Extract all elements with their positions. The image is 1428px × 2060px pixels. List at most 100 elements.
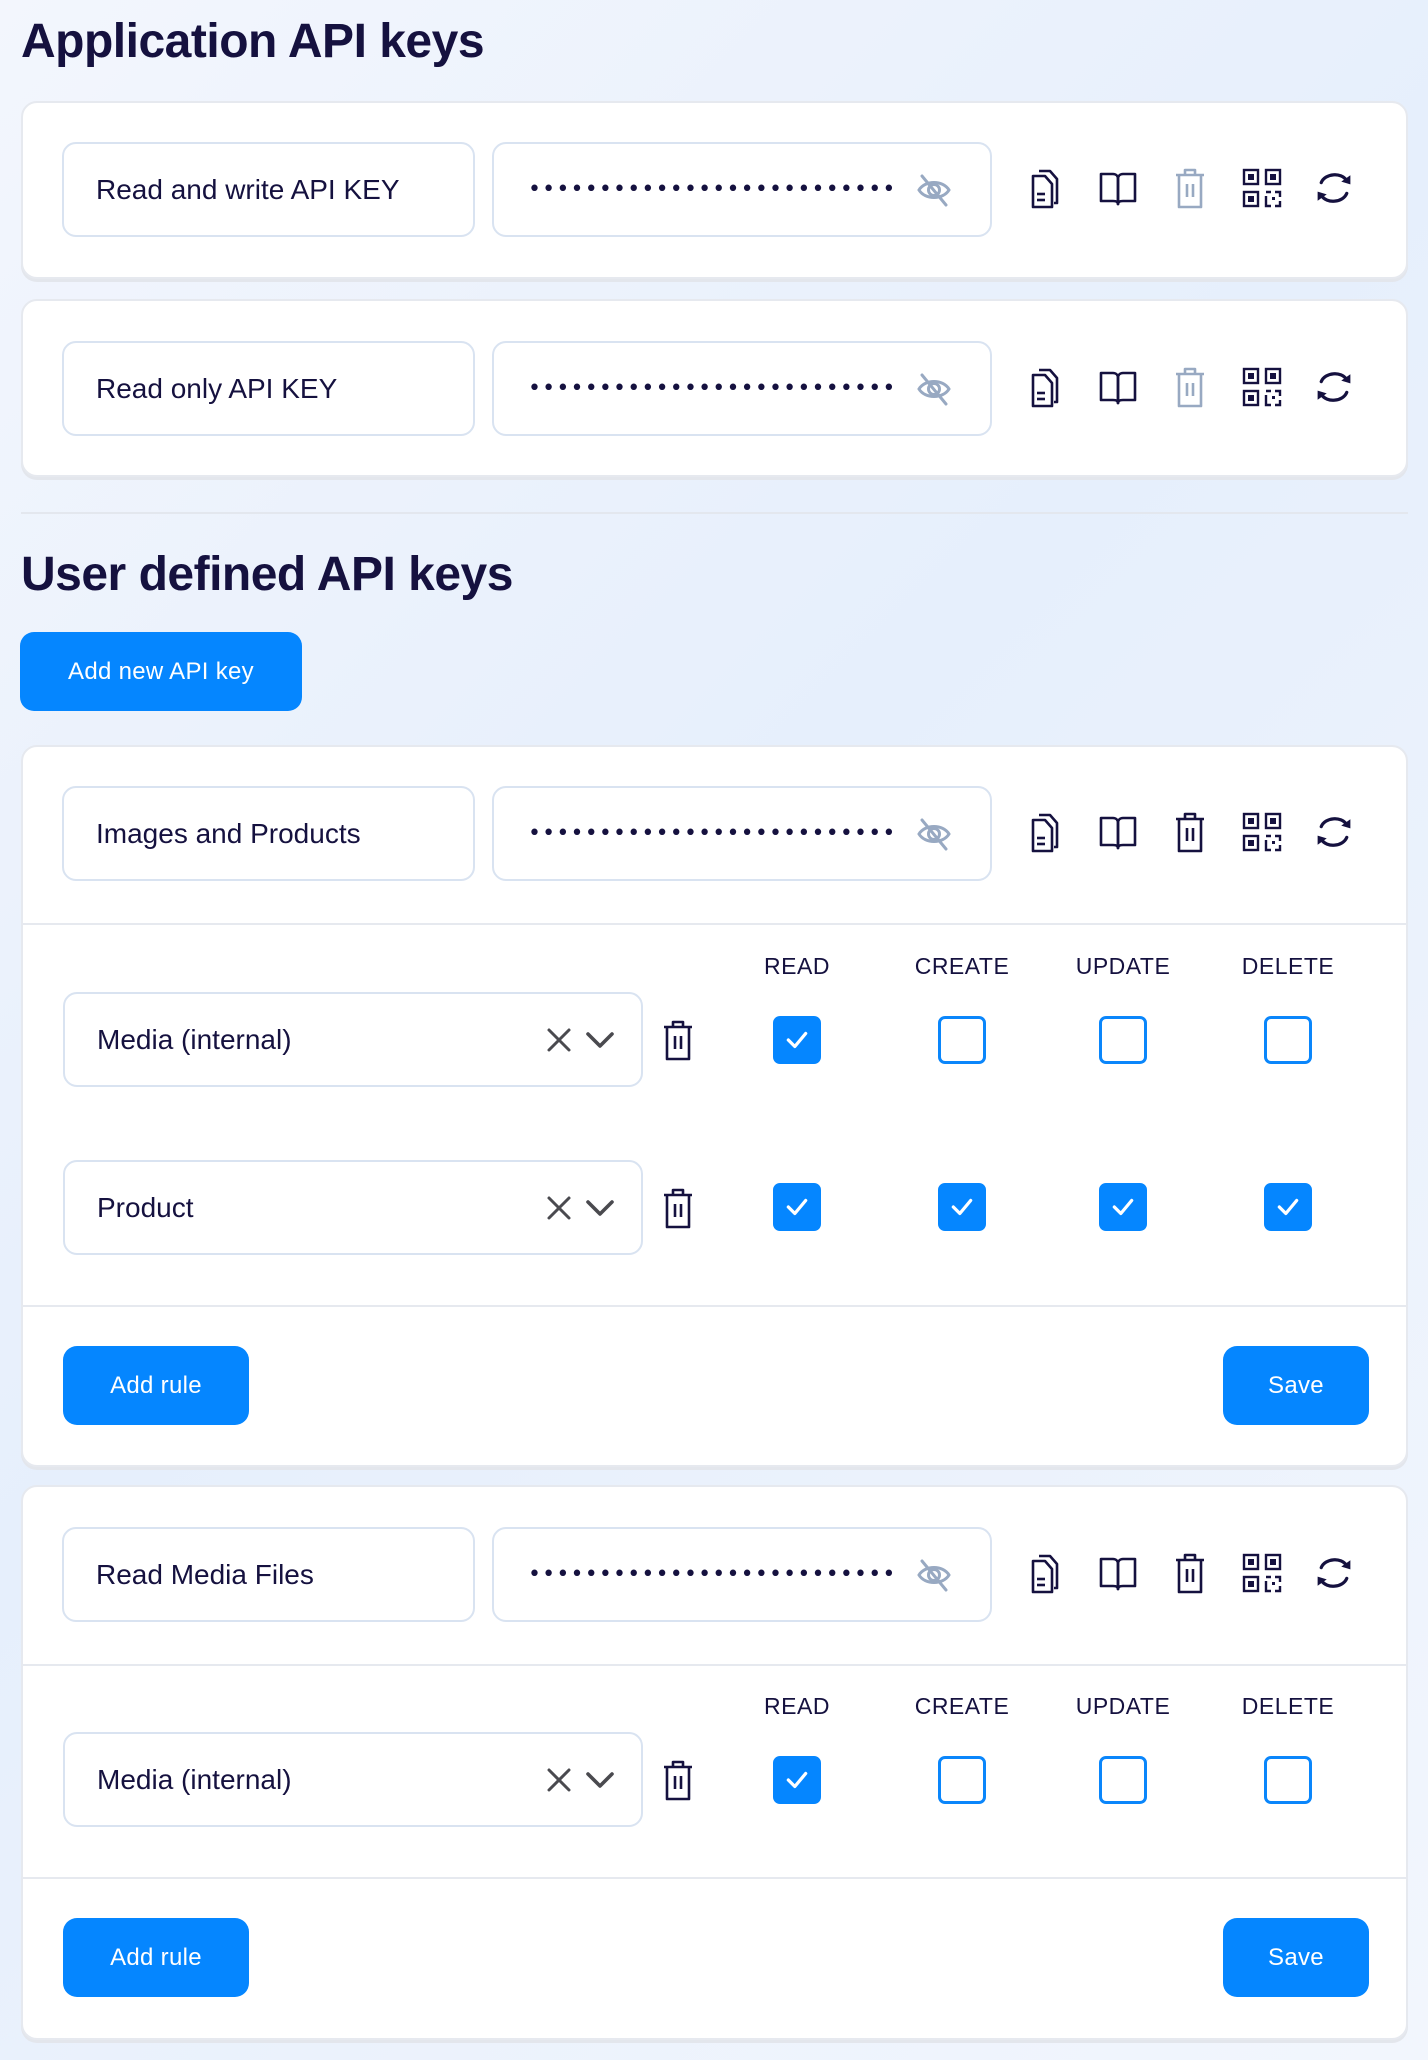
regenerate-button[interactable]	[1314, 365, 1354, 409]
close-icon[interactable]	[545, 1194, 573, 1222]
resource-select[interactable]: Product	[63, 1160, 643, 1255]
key-actions	[1026, 810, 1354, 854]
docs-button[interactable]	[1098, 1551, 1138, 1595]
trash-icon	[1174, 167, 1206, 209]
qr-code-icon	[1242, 168, 1282, 208]
copy-icon	[1030, 1552, 1062, 1594]
book-icon	[1098, 367, 1138, 407]
checkbox-delete[interactable]	[1264, 1016, 1312, 1064]
card-divider	[23, 1305, 1406, 1307]
delete-rule-button[interactable]	[660, 1018, 696, 1062]
checkbox-delete[interactable]	[1264, 1756, 1312, 1804]
copy-button[interactable]	[1026, 810, 1066, 854]
perm-header-read: READ	[764, 1693, 830, 1719]
refresh-icon	[1314, 168, 1354, 208]
close-icon[interactable]	[545, 1766, 573, 1794]
check-icon	[784, 1767, 810, 1793]
copy-icon	[1030, 366, 1062, 408]
key-name-value: Images and Products	[96, 817, 361, 849]
key-name-value: Read Media Files	[96, 1558, 314, 1590]
chevron-down-icon[interactable]	[585, 1770, 615, 1790]
checkbox-update[interactable]	[1099, 1016, 1147, 1064]
key-name-value: Read and write API KEY	[96, 173, 400, 205]
docs-button[interactable]	[1098, 166, 1138, 210]
save-button[interactable]: Save	[1223, 1918, 1369, 1997]
checkbox-create[interactable]	[938, 1756, 986, 1804]
checkbox-create[interactable]	[938, 1183, 986, 1231]
qr-code-icon	[1242, 367, 1282, 407]
check-icon	[1110, 1194, 1136, 1220]
eye-off-icon[interactable]	[916, 1558, 952, 1592]
eye-off-icon[interactable]	[916, 817, 952, 851]
delete-key-button[interactable]	[1170, 810, 1210, 854]
docs-button[interactable]	[1098, 365, 1138, 409]
regenerate-button[interactable]	[1314, 1551, 1354, 1595]
save-button[interactable]: Save	[1223, 1346, 1369, 1425]
regenerate-button[interactable]	[1314, 166, 1354, 210]
checkbox-delete[interactable]	[1264, 1183, 1312, 1231]
delete-key-button[interactable]	[1170, 1551, 1210, 1595]
resource-select[interactable]: Media (internal)	[63, 1732, 643, 1827]
resource-select[interactable]: Media (internal)	[63, 992, 643, 1087]
copy-icon	[1030, 811, 1062, 853]
qr-code-button[interactable]	[1242, 810, 1282, 854]
section-divider	[21, 512, 1408, 514]
card-divider	[23, 1664, 1406, 1666]
qr-code-icon	[1242, 1553, 1282, 1593]
close-icon[interactable]	[545, 1026, 573, 1054]
key-name-field[interactable]: Read only API KEY	[62, 341, 475, 436]
resource-select-value: Media (internal)	[97, 1763, 292, 1795]
copy-button[interactable]	[1026, 1551, 1066, 1595]
resource-select-value: Product	[97, 1191, 194, 1223]
checkbox-read[interactable]	[773, 1016, 821, 1064]
copy-button[interactable]	[1026, 166, 1066, 210]
perm-header-create: CREATE	[914, 1693, 1010, 1719]
checkbox-update[interactable]	[1099, 1756, 1147, 1804]
delete-rule-button[interactable]	[660, 1758, 696, 1802]
resource-select-value: Media (internal)	[97, 1023, 292, 1055]
add-rule-button[interactable]: Add rule	[63, 1346, 249, 1425]
chevron-down-icon[interactable]	[585, 1198, 615, 1218]
docs-button[interactable]	[1098, 810, 1138, 854]
card-divider	[23, 923, 1406, 925]
key-actions	[1026, 166, 1354, 210]
delete-key-button-disabled	[1170, 365, 1210, 409]
checkbox-update[interactable]	[1099, 1183, 1147, 1231]
masked-key-value: ••••••••••••••••••••••••••	[528, 177, 897, 202]
key-actions	[1026, 1551, 1354, 1595]
checkbox-read[interactable]	[773, 1756, 821, 1804]
key-value-field[interactable]: ••••••••••••••••••••••••••	[492, 142, 992, 237]
key-value-field[interactable]: ••••••••••••••••••••••••••	[492, 1527, 992, 1622]
add-new-api-key-button[interactable]: Add new API key	[20, 632, 302, 711]
eye-off-icon[interactable]	[916, 173, 952, 207]
qr-code-button[interactable]	[1242, 166, 1282, 210]
check-icon	[784, 1027, 810, 1053]
delete-rule-button[interactable]	[660, 1186, 696, 1230]
key-value-field[interactable]: ••••••••••••••••••••••••••	[492, 786, 992, 881]
key-name-field[interactable]: Read Media Files	[62, 1527, 475, 1622]
checkbox-create[interactable]	[938, 1016, 986, 1064]
user-key-card: Images and Products ••••••••••••••••••••…	[21, 745, 1408, 1467]
eye-off-icon[interactable]	[916, 372, 952, 406]
app-key-card: Read and write API KEY •••••••••••••••••…	[21, 101, 1408, 279]
masked-key-value: ••••••••••••••••••••••••••	[528, 1562, 897, 1587]
key-name-field[interactable]: Read and write API KEY	[62, 142, 475, 237]
trash-icon	[662, 1187, 694, 1229]
key-name-field[interactable]: Images and Products	[62, 786, 475, 881]
trash-icon	[1174, 1552, 1206, 1594]
checkbox-read[interactable]	[773, 1183, 821, 1231]
check-icon	[949, 1194, 975, 1220]
user-key-card: Read Media Files •••••••••••••••••••••••…	[21, 1485, 1408, 2040]
regenerate-button[interactable]	[1314, 810, 1354, 854]
check-icon	[784, 1194, 810, 1220]
trash-icon	[662, 1019, 694, 1061]
copy-button[interactable]	[1026, 365, 1066, 409]
masked-key-value: ••••••••••••••••••••••••••	[528, 821, 897, 846]
qr-code-button[interactable]	[1242, 365, 1282, 409]
trash-icon	[1174, 811, 1206, 853]
add-rule-button[interactable]: Add rule	[63, 1918, 249, 1997]
chevron-down-icon[interactable]	[585, 1030, 615, 1050]
key-value-field[interactable]: ••••••••••••••••••••••••••	[492, 341, 992, 436]
qr-code-button[interactable]	[1242, 1551, 1282, 1595]
trash-icon	[662, 1759, 694, 1801]
